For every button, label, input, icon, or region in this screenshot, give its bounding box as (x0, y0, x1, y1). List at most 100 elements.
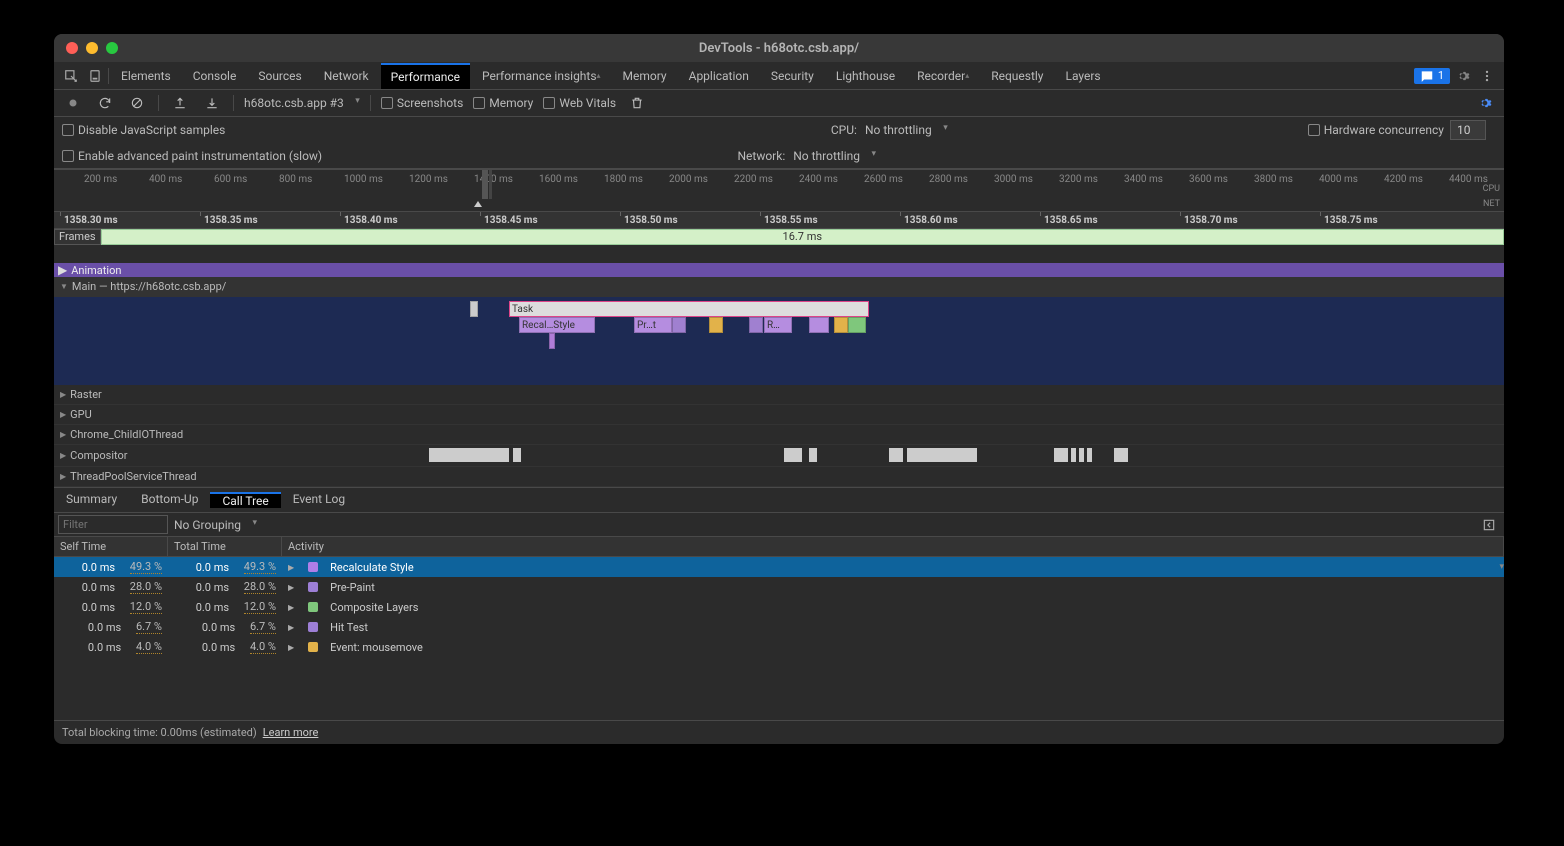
cpu-throttle-select[interactable]: No throttling (865, 123, 948, 137)
chrome-io-track[interactable]: ▶Chrome_ChildIOThread (54, 425, 1504, 445)
screenshots-checkbox[interactable]: Screenshots (381, 96, 463, 110)
drawer-tab-bottom-up[interactable]: Bottom-Up (129, 492, 210, 506)
close-window[interactable] (66, 42, 78, 54)
r-flame[interactable]: R… (764, 317, 792, 333)
main-flame-block[interactable]: Task Recal…Style Pr…t R… (54, 297, 1504, 385)
clear-icon[interactable] (126, 92, 148, 114)
table-row[interactable]: 0.0 ms 28.0 %0.0 ms 28.0 %▶Pre-Paint (54, 577, 1504, 597)
kebab-icon[interactable] (1476, 65, 1498, 87)
overview-tick: 4200 ms (1384, 174, 1423, 185)
panel-tabs: ElementsConsoleSourcesNetworkPerformance… (54, 62, 1504, 90)
recalc-flame[interactable]: Recal…Style (519, 317, 595, 333)
tab-application[interactable]: Application (679, 63, 759, 89)
hw-concurrency-checkbox[interactable]: Hardware concurrency (1308, 123, 1444, 137)
table-row[interactable]: 0.0 ms 12.0 %0.0 ms 12.0 %▶Composite Lay… (54, 597, 1504, 617)
trash-icon[interactable] (626, 92, 648, 114)
overview-tick: 1400 ms (474, 174, 513, 185)
tab-performance[interactable]: Performance (381, 63, 470, 89)
compositor-track[interactable]: ▶Compositor (54, 445, 1504, 467)
tab-sources[interactable]: Sources (248, 63, 311, 89)
drawer-tab-event-log[interactable]: Event Log (281, 492, 357, 506)
memory-checkbox[interactable]: Memory (473, 96, 533, 110)
recording-selector[interactable]: h68otc.csb.app #3 (244, 96, 360, 110)
flame-chart-area[interactable]: Frames 16.7 ms ▶Animation ▼Main — https:… (54, 229, 1504, 487)
animation-track-bar[interactable]: ▶Animation (54, 263, 1504, 277)
devtools-window: DevTools - h68otc.csb.app/ ElementsConso… (54, 34, 1504, 744)
ruler-tick: 1358.55 ms (764, 215, 818, 226)
ruler-tick: 1358.30 ms (64, 215, 118, 226)
prepaint-flame[interactable]: Pr…t (634, 317, 672, 333)
reload-icon[interactable] (94, 92, 116, 114)
drawer-tab-summary[interactable]: Summary (54, 492, 129, 506)
tab-performance-insights[interactable]: Performance insights ▴ (472, 63, 611, 89)
th-self[interactable]: Self Time (54, 537, 168, 556)
tab-recorder[interactable]: Recorder ▴ (907, 63, 979, 89)
ruler-tick: 1358.45 ms (484, 215, 538, 226)
enable-paint-checkbox[interactable]: Enable advanced paint instrumentation (s… (62, 149, 322, 163)
ruler-tick: 1358.60 ms (904, 215, 958, 226)
tab-lighthouse[interactable]: Lighthouse (826, 63, 905, 89)
network-throttle-select[interactable]: No throttling (793, 149, 876, 163)
overview-tick: 2400 ms (799, 174, 838, 185)
frame-duration[interactable]: 16.7 ms (101, 229, 1504, 245)
disable-js-checkbox[interactable]: Disable JavaScript samples (62, 123, 225, 137)
titlebar: DevTools - h68otc.csb.app/ (54, 34, 1504, 62)
upload-icon[interactable] (169, 92, 191, 114)
device-icon[interactable] (84, 65, 106, 87)
table-row[interactable]: 0.0 ms 4.0 %0.0 ms 4.0 %▶Event: mousemov… (54, 637, 1504, 657)
tab-requestly[interactable]: Requestly (981, 63, 1053, 89)
webvitals-checkbox[interactable]: Web Vitals (543, 96, 616, 110)
ruler-tick: 1358.65 ms (1044, 215, 1098, 226)
footer-text: Total blocking time: 0.00ms (estimated) (62, 726, 257, 739)
settings-row-2: Enable advanced paint instrumentation (s… (54, 143, 1504, 169)
task-flame[interactable]: Task (509, 301, 869, 317)
window-title: DevTools - h68otc.csb.app/ (54, 41, 1504, 56)
inspect-icon[interactable] (60, 65, 82, 87)
cpu-label: CPU: (831, 123, 857, 137)
main-track-header[interactable]: ▼Main — https://h68otc.csb.app/ (54, 277, 1504, 297)
ruler-tick: 1358.75 ms (1324, 215, 1378, 226)
flame-ruler[interactable]: 1358.30 ms1358.35 ms1358.40 ms1358.45 ms… (54, 211, 1504, 229)
frames-track[interactable]: Frames 16.7 ms (54, 229, 1504, 245)
drawer-tab-call-tree[interactable]: Call Tree (210, 492, 280, 508)
learn-more-link[interactable]: Learn more (263, 726, 319, 739)
grouping-select[interactable]: No Grouping (174, 518, 257, 532)
hw-concurrency-input[interactable] (1450, 120, 1486, 140)
overview-tick: 3000 ms (994, 174, 1033, 185)
th-total[interactable]: Total Time (168, 537, 282, 556)
collapse-icon[interactable] (1478, 514, 1500, 536)
overview-tick: 2200 ms (734, 174, 773, 185)
table-row[interactable]: 0.0 ms 49.3 %0.0 ms 49.3 %▶Recalculate S… (54, 557, 1504, 577)
overview-tick: 1800 ms (604, 174, 643, 185)
table-row[interactable]: 0.0 ms 6.7 %0.0 ms 6.7 %▶Hit Test (54, 617, 1504, 637)
issues-badge[interactable]: 1 (1414, 68, 1450, 84)
settings-icon[interactable] (1452, 65, 1474, 87)
maximize-window[interactable] (106, 42, 118, 54)
call-tree-body: 0.0 ms 49.3 %0.0 ms 49.3 %▶Recalculate S… (54, 557, 1504, 720)
th-activity[interactable]: Activity (282, 537, 1504, 556)
tab-elements[interactable]: Elements (111, 63, 181, 89)
tab-security[interactable]: Security (761, 63, 824, 89)
overview-cpu-label: CPU (1483, 184, 1500, 194)
overview-tick: 2800 ms (929, 174, 968, 185)
record-icon[interactable] (62, 92, 84, 114)
capture-settings-icon[interactable] (1474, 92, 1496, 114)
settings-row-1: Disable JavaScript samples CPU: No throt… (54, 117, 1504, 143)
gpu-track[interactable]: ▶GPU (54, 405, 1504, 425)
tab-network[interactable]: Network (314, 63, 379, 89)
minimize-window[interactable] (86, 42, 98, 54)
filter-input[interactable] (58, 515, 168, 534)
overview-timeline[interactable]: 200 ms400 ms600 ms800 ms1000 ms1200 ms14… (54, 169, 1504, 211)
call-tree-header: Self Time Total Time Activity (54, 537, 1504, 557)
tab-layers[interactable]: Layers (1055, 63, 1110, 89)
download-icon[interactable] (201, 92, 223, 114)
tab-memory[interactable]: Memory (613, 63, 677, 89)
raster-track[interactable]: ▶Raster (54, 385, 1504, 405)
tab-console[interactable]: Console (183, 63, 247, 89)
ruler-tick: 1358.50 ms (624, 215, 678, 226)
overview-tick: 400 ms (149, 174, 182, 185)
overview-tick: 1600 ms (539, 174, 578, 185)
overview-tick: 3200 ms (1059, 174, 1098, 185)
overview-tick: 3600 ms (1189, 174, 1228, 185)
threadpool-track[interactable]: ▶ThreadPoolServiceThread (54, 467, 1504, 487)
